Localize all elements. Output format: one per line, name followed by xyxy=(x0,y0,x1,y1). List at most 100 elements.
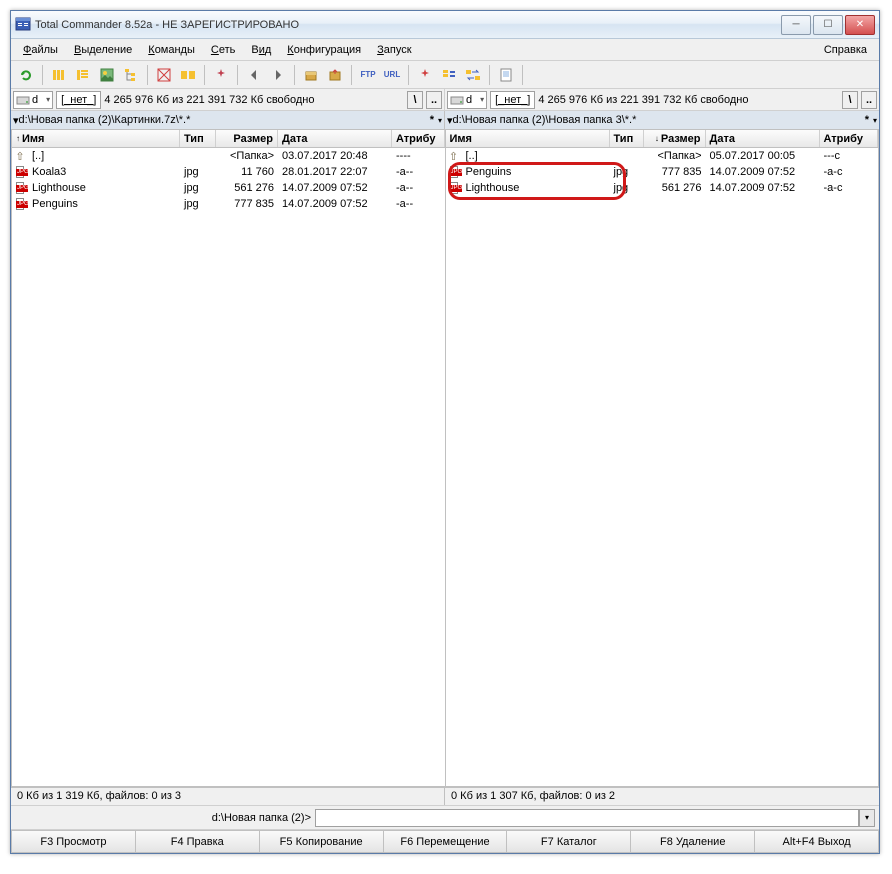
history-dropdown-left[interactable]: ▾ xyxy=(438,116,442,125)
sync-dirs-icon[interactable] xyxy=(462,64,484,86)
drive-label-left[interactable]: [_нет_] xyxy=(56,91,101,109)
col-attr[interactable]: Атрибу xyxy=(392,130,445,147)
main-window: Total Commander 8.52a - НЕ ЗАРЕГИСТРИРОВ… xyxy=(10,10,880,854)
menu-net[interactable]: Сеть xyxy=(203,42,243,58)
cmd-history-dropdown[interactable]: ▾ xyxy=(859,809,875,827)
cell-name: Koala3 xyxy=(28,166,180,178)
col-attr[interactable]: Атрибу xyxy=(820,130,879,147)
jpg-icon xyxy=(16,198,24,210)
maximize-button[interactable]: ☐ xyxy=(813,15,843,35)
cell-size: 561 276 xyxy=(644,182,706,194)
cell-date: 14.07.2009 07:52 xyxy=(278,182,392,194)
cmd-input[interactable] xyxy=(315,809,859,827)
app-icon xyxy=(15,17,31,33)
drivepane-right: d [_нет_] 4 265 976 Кб из 221 391 732 Кб… xyxy=(445,89,879,110)
drive-selector-left[interactable]: d xyxy=(13,91,53,109)
file-row[interactable]: Koala3jpg11 76028.01.2017 22:07-a-- xyxy=(12,164,445,180)
function-keys: F3 Просмотр F4 Правка F5 Копирование F6 … xyxy=(11,829,879,853)
unpack-icon[interactable] xyxy=(324,64,346,86)
drive-label-right[interactable]: [_нет_] xyxy=(490,91,535,109)
menu-view[interactable]: Вид xyxy=(243,42,279,58)
jpg-icon xyxy=(450,166,458,178)
cell-name: [..] xyxy=(462,150,610,162)
cell-attr: -a-- xyxy=(392,198,445,210)
refresh-icon[interactable] xyxy=(15,64,37,86)
forward-icon[interactable] xyxy=(267,64,289,86)
path-left[interactable]: ▾d:\Новая папка (2)\Картинки.7z\*.* *▾ xyxy=(11,111,445,129)
cell-date: 14.07.2009 07:52 xyxy=(278,198,392,210)
compare-dirs-icon[interactable] xyxy=(177,64,199,86)
cell-type: jpg xyxy=(610,166,644,178)
back-icon[interactable] xyxy=(243,64,265,86)
drivepane-left: d [_нет_] 4 265 976 Кб из 221 391 732 Кб… xyxy=(11,89,445,110)
cell-type: jpg xyxy=(180,198,216,210)
command-line: d:\Новая папка (2)> ▾ xyxy=(11,805,879,829)
col-size[interactable]: Размер xyxy=(216,130,278,147)
col-size[interactable]: ↓Размер xyxy=(644,130,706,147)
cell-attr: -a-- xyxy=(392,182,445,194)
cell-attr: ---- xyxy=(392,150,445,162)
file-row[interactable]: Penguinsjpg777 83514.07.2009 07:52-a-с xyxy=(446,164,879,180)
menu-config[interactable]: Конфигурация xyxy=(279,42,369,58)
history-dropdown-right[interactable]: ▾ xyxy=(873,116,877,125)
cell-date: 05.07.2017 00:05 xyxy=(706,150,820,162)
cell-size: 777 835 xyxy=(216,198,278,210)
updir-icon: ⇧ xyxy=(15,150,24,163)
view-brief-icon[interactable] xyxy=(48,64,70,86)
file-row[interactable]: Penguinsjpg777 83514.07.2009 07:52-a-- xyxy=(12,196,445,212)
view-tree-icon[interactable] xyxy=(120,64,142,86)
file-row[interactable]: ⇧[..]<Папка>05.07.2017 00:05---с xyxy=(446,148,879,164)
notepad-icon[interactable] xyxy=(495,64,517,86)
file-row[interactable]: Lighthousejpg561 27614.07.2009 07:52-a-- xyxy=(12,180,445,196)
root-button-right[interactable]: \ xyxy=(842,91,858,109)
file-row[interactable]: ⇧[..]<Папка>03.07.2017 20:48---- xyxy=(12,148,445,164)
ftp-icon[interactable]: FTP xyxy=(357,64,379,86)
drive-icon xyxy=(450,94,464,106)
updir-button-right[interactable]: .. xyxy=(861,91,877,109)
view-full-icon[interactable] xyxy=(72,64,94,86)
col-date[interactable]: Дата xyxy=(278,130,392,147)
f6-button[interactable]: F6 Перемещение xyxy=(384,830,508,853)
col-date[interactable]: Дата xyxy=(706,130,820,147)
menubar: Файлы Выделение Команды Сеть Вид Конфигу… xyxy=(11,39,879,61)
minimize-button[interactable]: ─ xyxy=(781,15,811,35)
cell-type: jpg xyxy=(180,182,216,194)
menu-commands[interactable]: Команды xyxy=(140,42,203,58)
col-name[interactable]: Имя xyxy=(446,130,610,147)
f3-button[interactable]: F3 Просмотр xyxy=(11,830,136,853)
menu-help[interactable]: Справка xyxy=(816,42,875,58)
cell-date: 14.07.2009 07:52 xyxy=(706,166,820,178)
root-button-left[interactable]: \ xyxy=(407,91,423,109)
magic-icon[interactable] xyxy=(210,64,232,86)
cell-attr: -a-с xyxy=(820,182,879,194)
search-icon[interactable] xyxy=(414,64,436,86)
f8-button[interactable]: F8 Удаление xyxy=(631,830,755,853)
f5-button[interactable]: F5 Копирование xyxy=(260,830,384,853)
invert-selection-icon[interactable] xyxy=(153,64,175,86)
window-title: Total Commander 8.52a - НЕ ЗАРЕГИСТРИРОВ… xyxy=(35,19,779,31)
file-row[interactable]: Lighthousejpg561 27614.07.2009 07:52-a-с xyxy=(446,180,879,196)
url-icon[interactable]: URL xyxy=(381,64,403,86)
altf4-button[interactable]: Alt+F4 Выход xyxy=(755,830,879,853)
drive-selector-right[interactable]: d xyxy=(447,91,487,109)
multirename-icon[interactable] xyxy=(438,64,460,86)
path-right[interactable]: ▾d:\Новая папка (2)\Новая папка 3\*.* *▾ xyxy=(445,111,879,129)
f4-button[interactable]: F4 Правка xyxy=(136,830,260,853)
updir-icon: ⇧ xyxy=(449,150,458,163)
updir-button-left[interactable]: .. xyxy=(426,91,442,109)
cell-name: Penguins xyxy=(462,166,610,178)
filelist-right[interactable]: ⇧[..]<Папка>05.07.2017 00:05---сPenguins… xyxy=(446,148,879,786)
col-type[interactable]: Тип xyxy=(610,130,644,147)
col-type[interactable]: Тип xyxy=(180,130,216,147)
view-thumbs-icon[interactable] xyxy=(96,64,118,86)
f7-button[interactable]: F7 Каталог xyxy=(507,830,631,853)
column-header-right: Имя Тип ↓Размер Дата Атрибу xyxy=(446,130,879,148)
pack-icon[interactable] xyxy=(300,64,322,86)
menu-run[interactable]: Запуск xyxy=(369,42,419,58)
filelist-left[interactable]: ⇧[..]<Папка>03.07.2017 20:48----Koala3jp… xyxy=(12,148,445,786)
menu-selection[interactable]: Выделение xyxy=(66,42,140,58)
close-button[interactable]: ✕ xyxy=(845,15,875,35)
col-name[interactable]: ↑Имя xyxy=(12,130,180,147)
titlebar[interactable]: Total Commander 8.52a - НЕ ЗАРЕГИСТРИРОВ… xyxy=(11,11,879,39)
menu-files[interactable]: Файлы xyxy=(15,42,66,58)
